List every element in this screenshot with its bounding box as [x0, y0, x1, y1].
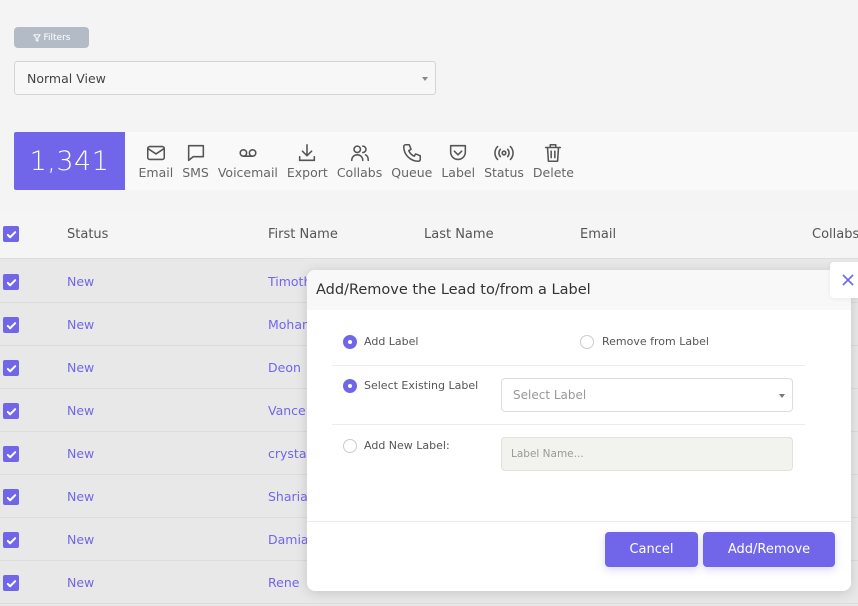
row-status[interactable]: New [67, 446, 94, 461]
add-new-label-radio-label[interactable]: Add New Label: [364, 439, 450, 452]
close-modal-button[interactable] [830, 262, 858, 298]
label-action-label: Label [441, 164, 476, 180]
sms-action-button[interactable]: SMS [178, 142, 214, 181]
select-all-checkbox[interactable] [3, 226, 19, 242]
row-status[interactable]: New [67, 489, 94, 504]
broadcast-icon [494, 145, 514, 160]
sms-action-label: SMS [182, 164, 209, 180]
check-icon [6, 230, 16, 238]
export-action-label: Export [286, 164, 328, 180]
check-icon [6, 321, 16, 329]
label-modal: Add/Remove the Lead to/from a Label Add … [307, 270, 851, 591]
voicemail-action-button[interactable]: Voicemail [213, 142, 282, 181]
check-icon [6, 278, 16, 286]
add-label-radio-label[interactable]: Add Label [364, 335, 418, 348]
email-action-label: Email [138, 164, 174, 180]
select-existing-label-radio[interactable] [343, 379, 357, 393]
row-checkbox[interactable] [3, 489, 19, 505]
new-label-name-input[interactable]: Label Name... [501, 437, 793, 471]
check-icon [6, 364, 16, 372]
close-icon [842, 274, 854, 286]
caret-down-icon [422, 77, 428, 81]
bulk-action-toolbar: 1,341 Email SMS Voicemail Export Collabs… [14, 132, 858, 190]
filter-icon [32, 33, 41, 42]
row-status[interactable]: New [67, 317, 94, 332]
row-first-name[interactable]: Timoth [268, 274, 311, 289]
header-status[interactable]: Status [67, 227, 108, 242]
collabs-action-button[interactable]: Collabs [332, 142, 386, 181]
queue-action-button[interactable]: Queue [387, 142, 437, 181]
filters-button[interactable]: Filters [14, 27, 89, 48]
check-icon [6, 407, 16, 415]
filters-button-label: Filters [43, 32, 71, 43]
row-first-name[interactable]: Vance [268, 403, 306, 418]
divider [332, 365, 805, 366]
modal-body: Add Label Remove from Label Select Exist… [307, 310, 851, 521]
collabs-action-label: Collabs [336, 164, 383, 180]
phone-icon [402, 143, 421, 162]
row-status[interactable]: New [67, 403, 94, 418]
voicemail-action-label: Voicemail [217, 164, 278, 180]
header-last-name[interactable]: Last Name [424, 227, 494, 242]
row-checkbox[interactable] [3, 317, 19, 333]
download-icon [299, 143, 316, 161]
header-first-name[interactable]: First Name [268, 227, 338, 242]
select-existing-label-radio-label[interactable]: Select Existing Label [364, 379, 478, 392]
row-status[interactable]: New [67, 532, 94, 547]
trash-icon [545, 143, 562, 162]
chat-bubble-icon [187, 144, 204, 161]
row-status[interactable]: New [67, 360, 94, 375]
cancel-button[interactable]: Cancel [605, 532, 698, 567]
header-email[interactable]: Email [580, 227, 616, 242]
remove-from-label-radio[interactable] [580, 335, 594, 349]
row-status[interactable]: New [67, 575, 94, 590]
remove-from-label-radio-label[interactable]: Remove from Label [602, 335, 709, 348]
users-icon [350, 144, 369, 161]
new-label-name-placeholder: Label Name... [511, 448, 584, 460]
check-icon [6, 579, 16, 587]
delete-action-label: Delete [532, 164, 574, 180]
row-first-name[interactable]: Damia [268, 532, 309, 547]
check-icon [6, 450, 16, 458]
selected-count-badge: 1,341 [14, 132, 125, 190]
modal-footer: Cancel Add/Remove [307, 521, 851, 591]
divider [332, 424, 805, 425]
add-new-label-radio[interactable] [343, 439, 357, 453]
row-first-name[interactable]: Sharia [268, 489, 308, 504]
modal-header: Add/Remove the Lead to/from a Label [307, 270, 851, 310]
check-icon [6, 536, 16, 544]
row-checkbox[interactable] [3, 446, 19, 462]
status-action-label: Status [484, 164, 524, 180]
label-select[interactable]: Select Label [501, 378, 793, 412]
voicemail-icon [239, 148, 257, 157]
email-action-button[interactable]: Email [134, 142, 178, 181]
view-select-value: Normal View [27, 70, 106, 86]
row-checkbox[interactable] [3, 403, 19, 419]
row-checkbox[interactable] [3, 360, 19, 376]
row-first-name[interactable]: Deon [268, 360, 301, 375]
table-header: Status First Name Last Name Email Collab… [0, 210, 858, 259]
export-action-button[interactable]: Export [282, 142, 332, 181]
status-action-button[interactable]: Status [480, 142, 529, 181]
queue-action-label: Queue [391, 164, 433, 180]
delete-action-button[interactable]: Delete [528, 142, 578, 181]
row-first-name[interactable]: Rene [268, 575, 299, 590]
row-checkbox[interactable] [3, 274, 19, 290]
row-first-name[interactable]: Mohan [268, 317, 310, 332]
row-status[interactable]: New [67, 274, 94, 289]
check-icon [6, 493, 16, 501]
row-checkbox[interactable] [3, 575, 19, 591]
modal-title: Add/Remove the Lead to/from a Label [316, 282, 591, 298]
label-action-button[interactable]: Label [437, 142, 480, 181]
label-select-placeholder: Select Label [513, 388, 587, 402]
row-first-name[interactable]: crystal [268, 446, 310, 461]
envelope-icon [146, 145, 165, 160]
label-pocket-icon [450, 144, 467, 160]
caret-down-icon [779, 394, 785, 398]
row-checkbox[interactable] [3, 532, 19, 548]
add-remove-button[interactable]: Add/Remove [703, 532, 835, 567]
view-select[interactable]: Normal View [14, 61, 436, 95]
header-collabs[interactable]: Collabs [812, 227, 858, 242]
add-label-radio[interactable] [343, 335, 357, 349]
